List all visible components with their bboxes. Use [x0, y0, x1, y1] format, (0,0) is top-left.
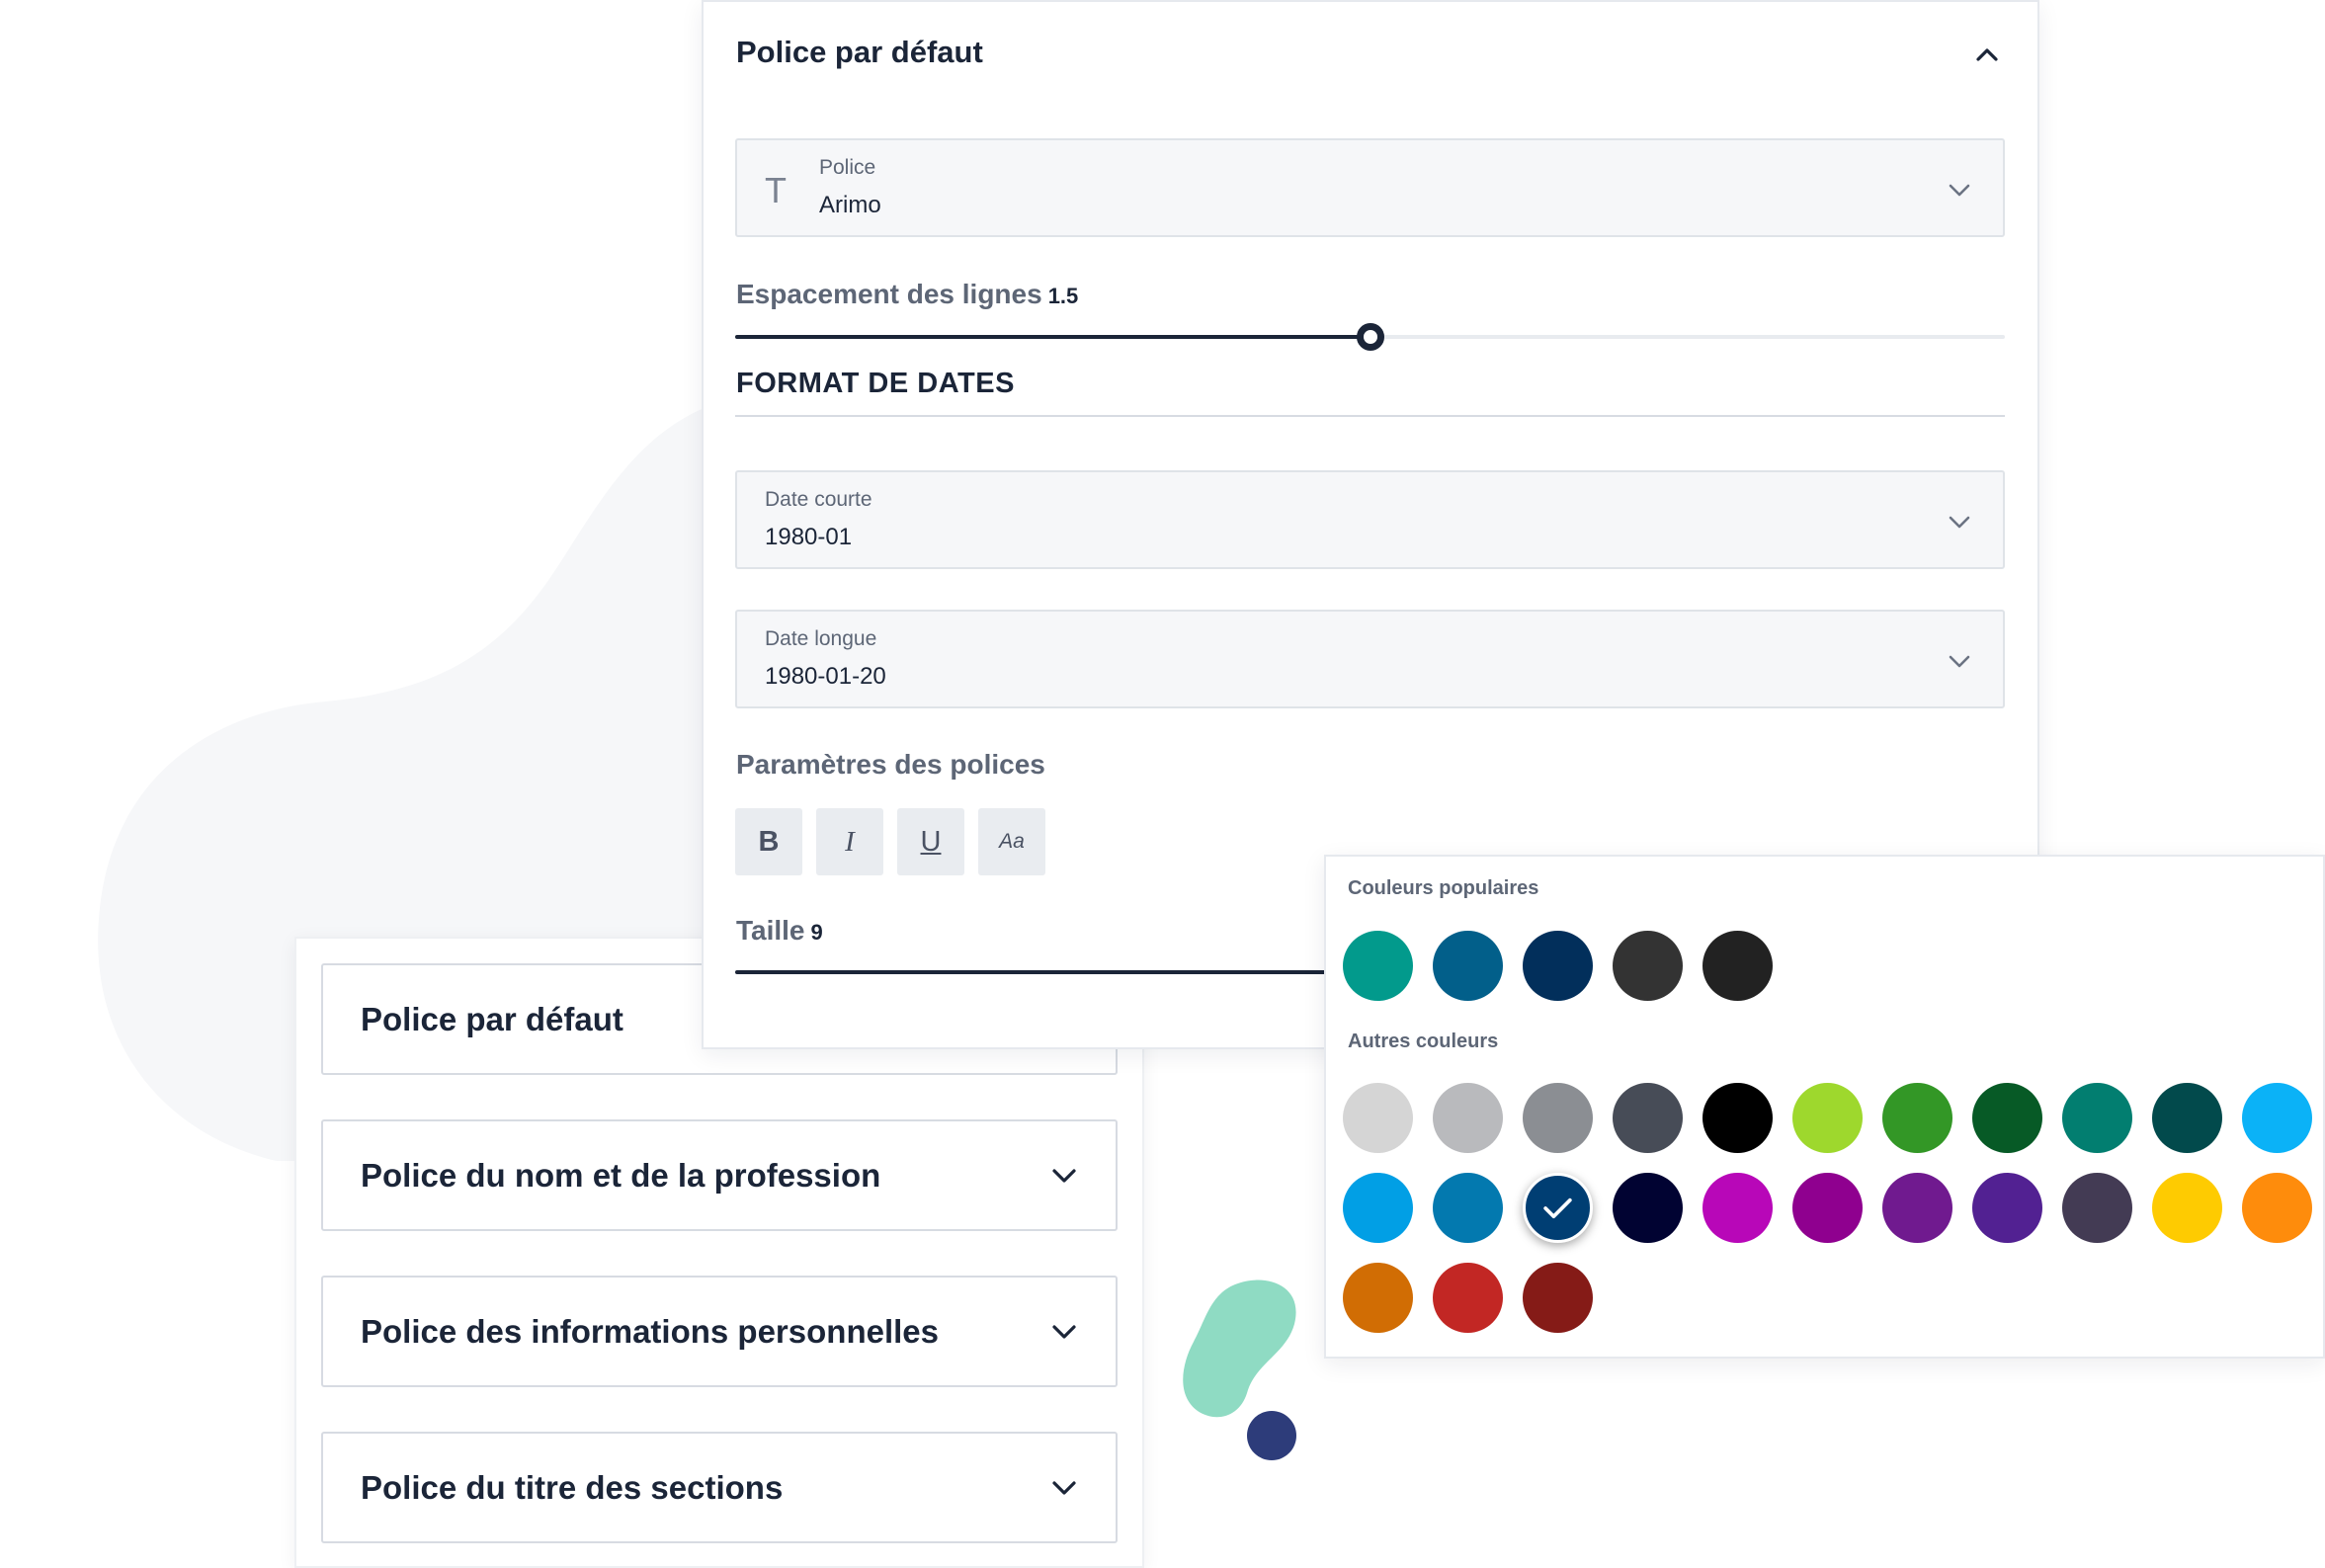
accordion-item-label: Police du titre des sections	[361, 1468, 784, 1506]
accordion-item-label: Police des informations personnelles	[361, 1312, 939, 1350]
line-spacing-slider-thumb[interactable]	[1357, 323, 1384, 351]
color-swatch[interactable]	[1343, 1173, 1413, 1243]
color-swatch[interactable]	[1523, 1173, 1593, 1243]
checkmark-icon	[1543, 1197, 1572, 1219]
color-swatch[interactable]	[1433, 1173, 1503, 1243]
other-colors-label: Autres couleurs	[1348, 1031, 1499, 1052]
accordion-item-section-title-font[interactable]: Police du titre des sections	[321, 1432, 1118, 1543]
short-date-value: 1980-01	[765, 524, 853, 550]
chevron-down-icon	[1050, 1162, 1078, 1190]
color-swatch[interactable]	[2062, 1083, 2132, 1153]
bold-button[interactable]: B	[735, 808, 802, 875]
color-swatch[interactable]	[1343, 1083, 1413, 1153]
color-swatch[interactable]	[1972, 1173, 2042, 1243]
line-spacing-label: Espacement des lignes 1.5	[736, 279, 1078, 310]
size-value: 9	[810, 920, 823, 945]
size-label-text: Taille	[736, 915, 805, 946]
color-swatch[interactable]	[2152, 1083, 2222, 1153]
font-select-label: Police	[819, 156, 876, 179]
color-swatch[interactable]	[1523, 1083, 1593, 1153]
accordion-item-label: Police du nom et de la profession	[361, 1156, 881, 1194]
color-swatch[interactable]	[1972, 1083, 2042, 1153]
long-date-value: 1980-01-20	[765, 663, 886, 690]
color-swatch[interactable]	[2152, 1173, 2222, 1243]
italic-button[interactable]: I	[816, 808, 883, 875]
date-format-heading: FORMAT DE DATES	[736, 368, 1015, 399]
popular-color-swatch[interactable]	[1613, 931, 1683, 1001]
section-divider	[735, 415, 2005, 417]
color-swatch[interactable]	[2242, 1173, 2312, 1243]
short-date-label: Date courte	[765, 488, 872, 511]
size-label: Taille 9	[736, 915, 823, 947]
text-icon: T	[765, 170, 787, 210]
color-swatch[interactable]	[1433, 1083, 1503, 1153]
popular-color-swatch[interactable]	[1433, 931, 1503, 1001]
color-swatch[interactable]	[1792, 1083, 1863, 1153]
color-swatch[interactable]	[1882, 1083, 1952, 1153]
popular-color-swatch[interactable]	[1523, 931, 1593, 1001]
long-date-select[interactable]: Date longue 1980-01-20	[735, 610, 2005, 708]
color-swatch[interactable]	[1613, 1173, 1683, 1243]
color-swatch[interactable]	[1433, 1263, 1503, 1333]
line-spacing-slider[interactable]	[735, 323, 2005, 351]
underline-button[interactable]: U	[897, 808, 964, 875]
panel-title: Police par défaut	[736, 35, 983, 69]
accordion-item-name-profession-font[interactable]: Police du nom et de la profession	[321, 1119, 1118, 1231]
color-swatch[interactable]	[1613, 1083, 1683, 1153]
short-date-select[interactable]: Date courte 1980-01	[735, 470, 2005, 569]
color-swatch[interactable]	[1702, 1173, 1773, 1243]
popular-colors-label: Couleurs populaires	[1348, 877, 1539, 899]
color-picker: Couleurs populaires Autres couleurs	[1324, 855, 2325, 1359]
chevron-up-icon[interactable]	[1972, 40, 2002, 69]
line-spacing-value: 1.5	[1047, 284, 1079, 308]
font-select[interactable]: T Police Arimo	[735, 138, 2005, 237]
text-case-button[interactable]: Aa	[978, 808, 1045, 875]
popular-color-swatch[interactable]	[1702, 931, 1773, 1001]
color-swatch[interactable]	[2242, 1083, 2312, 1153]
color-swatch[interactable]	[2062, 1173, 2132, 1243]
chevron-down-icon	[1946, 176, 1973, 204]
line-spacing-label-text: Espacement des lignes	[736, 279, 1042, 309]
font-select-value: Arimo	[819, 192, 881, 218]
chevron-down-icon	[1946, 508, 1973, 536]
color-swatch[interactable]	[1792, 1173, 1863, 1243]
long-date-label: Date longue	[765, 627, 877, 650]
font-settings-heading: Paramètres des polices	[736, 749, 1045, 780]
color-swatch[interactable]	[1523, 1263, 1593, 1333]
accordion-item-personal-info-font[interactable]: Police des informations personnelles	[321, 1276, 1118, 1387]
color-swatch[interactable]	[1343, 1263, 1413, 1333]
decorative-shapes	[1183, 1279, 1296, 1460]
color-swatch[interactable]	[1702, 1083, 1773, 1153]
popular-color-swatch[interactable]	[1343, 931, 1413, 1001]
line-spacing-slider-fill	[735, 335, 1370, 339]
color-swatch[interactable]	[1882, 1173, 1952, 1243]
chevron-down-icon	[1050, 1318, 1078, 1346]
chevron-down-icon	[1050, 1474, 1078, 1502]
chevron-down-icon	[1946, 647, 1973, 675]
